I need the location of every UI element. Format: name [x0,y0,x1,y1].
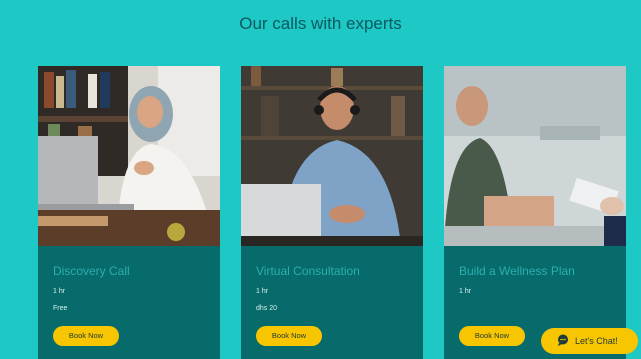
chat-bubble-icon [557,334,569,349]
service-card-discovery-call: Discovery Call 1 hr Free Book Now [38,66,220,359]
card-price: Free [53,305,68,312]
card-duration: 1 hr [256,288,269,295]
card-title: Virtual Consultation [256,264,360,278]
card-title: Discovery Call [53,264,130,278]
book-now-button[interactable]: Book Now [459,326,525,346]
card-duration: 1 hr [53,288,66,295]
service-card-wellness-plan: Build a Wellness Plan 1 hr Book Now [444,66,626,359]
card-image-counseling-session [444,66,626,246]
card-image-woman-at-laptop [38,66,220,246]
card-image-man-with-headset [241,66,423,246]
service-card-virtual-consultation: Virtual Consultation 1 hr dhs 20 Book No… [241,66,423,359]
lets-chat-button[interactable]: Let's Chat! [541,328,638,354]
card-duration: 1 hr [459,288,472,295]
card-title: Build a Wellness Plan [459,264,575,278]
chat-label: Let's Chat! [575,336,618,346]
page-title: Our calls with experts [239,14,402,33]
book-now-button[interactable]: Book Now [53,326,119,346]
card-price: dhs 20 [256,305,278,312]
book-now-button[interactable]: Book Now [256,326,322,346]
